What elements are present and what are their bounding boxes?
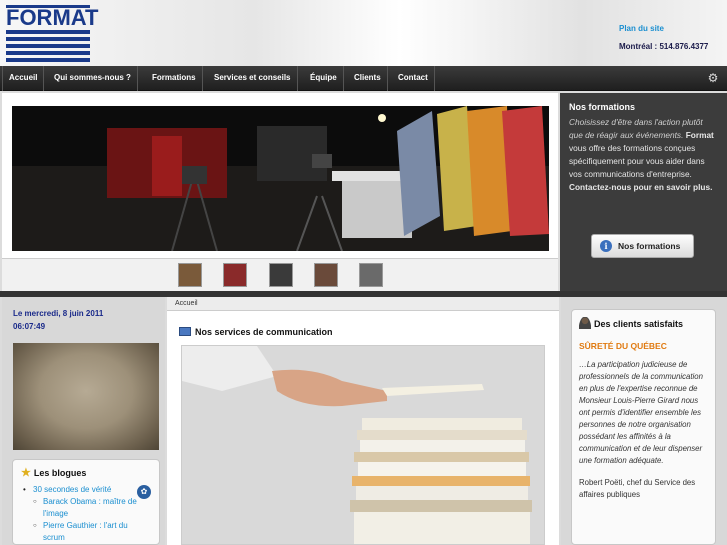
promo-title: Nos formations bbox=[569, 102, 636, 112]
nav-item-services[interactable]: Services et conseils bbox=[208, 66, 298, 91]
blog-link[interactable]: Pierre Gauthier : l'art du scrum bbox=[21, 520, 151, 544]
right-column: Des clients satisfaits SÛRETÉ DU QUÉBEC … bbox=[561, 297, 727, 545]
logo-stripes bbox=[6, 30, 90, 62]
testimonials-title-text: Des clients satisfaits bbox=[594, 319, 684, 329]
image-slider bbox=[2, 93, 558, 291]
site-header: FORMAT Plan du site Montréal : 514.876.4… bbox=[0, 0, 727, 66]
person-icon bbox=[579, 317, 591, 329]
logo-text: FORMAT bbox=[6, 5, 99, 30]
client-name: SÛRETÉ DU QUÉBEC bbox=[579, 341, 667, 351]
breadcrumb[interactable]: Accueil bbox=[167, 297, 559, 311]
promo-text-italic: Choisissez d'être dans l'action plutôt q… bbox=[569, 117, 703, 140]
thumbnail-1[interactable] bbox=[178, 263, 202, 287]
thumbnail-2[interactable] bbox=[223, 263, 247, 287]
format-logo[interactable]: FORMAT bbox=[6, 5, 99, 62]
blogs-title-text: Les blogues bbox=[33, 468, 87, 478]
formations-promo: Nos formations Choisissez d'être dans l'… bbox=[560, 93, 727, 291]
nav-item-equipe[interactable]: Équipe bbox=[304, 66, 344, 91]
phone-number: Montréal : 514.876.4377 bbox=[619, 42, 709, 51]
testimonial-quote: …La participation judicieuse de professi… bbox=[579, 360, 703, 465]
services-title: Nos services de communication bbox=[179, 327, 333, 337]
nos-formations-button[interactable]: i Nos formations bbox=[591, 234, 694, 258]
film-reel-icon: ✿ bbox=[137, 485, 151, 499]
promo-cta[interactable]: Contactez-nous pour en savoir plus. bbox=[569, 182, 712, 192]
nav-item-clients[interactable]: Clients bbox=[348, 66, 388, 91]
blogs-box: ★Les blogues 30 secondes de vérité Barac… bbox=[12, 459, 160, 545]
testimonials-box: Des clients satisfaits SÛRETÉ DU QUÉBEC … bbox=[571, 309, 716, 545]
blogs-list: 30 secondes de vérité Barack Obama : maî… bbox=[21, 484, 151, 544]
main-nav: Accueil Qui sommes-nous ? Formations Ser… bbox=[0, 66, 727, 91]
blogs-title: ★ Les blogues bbox=[21, 466, 151, 479]
thumbnail-3[interactable] bbox=[269, 263, 293, 287]
nav-item-formations[interactable]: Formations bbox=[146, 66, 203, 91]
sitemap-link[interactable]: Plan du site bbox=[619, 24, 664, 33]
testimonials-title: Des clients satisfaits bbox=[579, 317, 708, 329]
thumbnail-4[interactable] bbox=[314, 263, 338, 287]
date-line: Le mercredi, 8 juin 2011 bbox=[13, 309, 104, 318]
nos-formations-label: Nos formations bbox=[618, 241, 681, 251]
left-column: Le mercredi, 8 juin 2011 06:07:49 ★ Les b… bbox=[2, 297, 165, 545]
blog-link[interactable]: Barack Obama : maître de l'image bbox=[21, 496, 151, 520]
nav-item-qui-sommes-nous[interactable]: Qui sommes-nous ? bbox=[48, 66, 138, 91]
promo-text: Choisissez d'être dans l'action plutôt q… bbox=[569, 116, 718, 194]
time-line: 06:07:49 bbox=[13, 322, 46, 331]
blog-link[interactable]: 30 secondes de vérité bbox=[21, 484, 151, 496]
nav-item-contact[interactable]: Contact bbox=[392, 66, 435, 91]
gear-icon[interactable]: ⚙ bbox=[706, 71, 720, 85]
tv-studio-image[interactable] bbox=[12, 106, 549, 251]
tv-icon bbox=[179, 327, 191, 336]
promo-text-rest: vous offre des formations conçues spécif… bbox=[569, 143, 705, 179]
thumbnail-strip bbox=[2, 258, 558, 291]
star-icon: ★ bbox=[21, 467, 31, 479]
testimonial-author: Robert Poëti, chef du Service des affair… bbox=[579, 478, 696, 499]
texture-image bbox=[13, 343, 159, 450]
main-content: Accueil Nos services de communication bbox=[167, 297, 559, 545]
promo-brand: Format bbox=[685, 130, 714, 140]
info-icon: i bbox=[600, 240, 612, 252]
services-title-text: Nos services de communication bbox=[195, 327, 333, 337]
thumbnail-5[interactable] bbox=[359, 263, 383, 287]
nav-item-accueil[interactable]: Accueil bbox=[2, 66, 45, 91]
current-date: Le mercredi, 8 juin 2011 06:07:49 bbox=[13, 307, 103, 333]
paper-stack-photo bbox=[181, 345, 545, 545]
